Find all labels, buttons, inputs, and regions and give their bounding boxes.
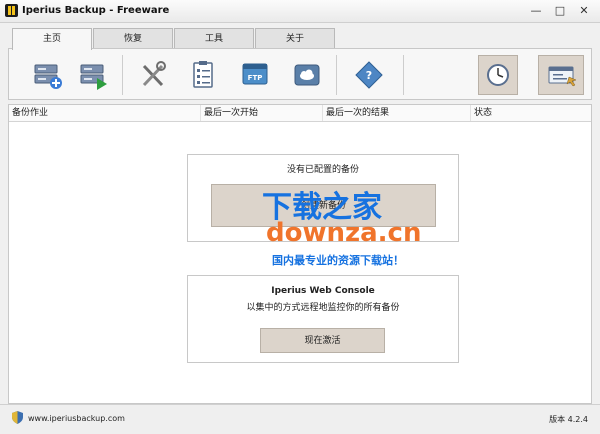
column-backup-job[interactable]: 备份作业 bbox=[9, 105, 201, 121]
website-link[interactable]: www.iperiusbackup.com bbox=[28, 414, 125, 423]
tab-restore[interactable]: 恢复 bbox=[93, 28, 173, 49]
table-header: 备份作业 最后一次开始 最后一次的结果 状态 bbox=[9, 105, 591, 122]
web-console-panel: Iperius Web Console 以集中的方式远程地监控你的所有备份 现在… bbox=[187, 275, 459, 363]
ftp-icon[interactable]: FTP bbox=[237, 57, 273, 93]
toolbar-separator bbox=[403, 55, 404, 95]
no-backup-message: 没有已配置的备份 bbox=[286, 165, 359, 175]
tab-home[interactable]: 主页 bbox=[12, 28, 92, 50]
svg-text:?: ? bbox=[366, 69, 372, 82]
version-label: 版本 4.2.4 bbox=[549, 415, 588, 424]
toolbar-separator bbox=[336, 55, 337, 95]
column-last-start[interactable]: 最后一次开始 bbox=[201, 105, 323, 121]
shield-icon bbox=[12, 411, 23, 424]
scheduler-clock-icon[interactable] bbox=[478, 55, 518, 95]
help-book-icon[interactable]: ? bbox=[351, 57, 387, 93]
new-backup-icon[interactable] bbox=[29, 57, 65, 93]
title-bar: Iperius Backup - Freeware — □ ✕ bbox=[0, 0, 600, 23]
close-button[interactable]: ✕ bbox=[574, 3, 594, 18]
console-title: Iperius Web Console bbox=[271, 286, 375, 296]
watermark-slogan: 国内最专业的资源下载站！ bbox=[272, 254, 404, 267]
window-title: Iperius Backup - Freeware bbox=[22, 5, 170, 16]
status-bar: www.iperiusbackup.com 版本 4.2.4 bbox=[0, 404, 600, 434]
console-icon[interactable] bbox=[538, 55, 584, 95]
column-last-result[interactable]: 最后一次的结果 bbox=[323, 105, 471, 121]
tab-tools[interactable]: 工具 bbox=[174, 28, 254, 49]
watermark-domain: downza.cn bbox=[266, 218, 422, 248]
checklist-icon[interactable] bbox=[185, 57, 221, 93]
tab-about[interactable]: 关于 bbox=[255, 28, 335, 49]
run-backup-icon[interactable] bbox=[75, 57, 111, 93]
toolbar-separator bbox=[122, 55, 123, 95]
activate-now-button[interactable]: 现在激活 bbox=[260, 328, 385, 353]
cloud-icon[interactable] bbox=[289, 57, 325, 93]
tools-icon[interactable] bbox=[135, 57, 171, 93]
maximize-button[interactable]: □ bbox=[550, 3, 570, 18]
console-description: 以集中的方式远程地监控你的所有备份 bbox=[246, 303, 400, 313]
column-status[interactable]: 状态 bbox=[471, 105, 591, 121]
minimize-button[interactable]: — bbox=[526, 3, 546, 18]
toolbar: FTP ? bbox=[8, 48, 592, 100]
svg-text:FTP: FTP bbox=[248, 74, 263, 82]
app-logo-icon bbox=[5, 4, 18, 17]
